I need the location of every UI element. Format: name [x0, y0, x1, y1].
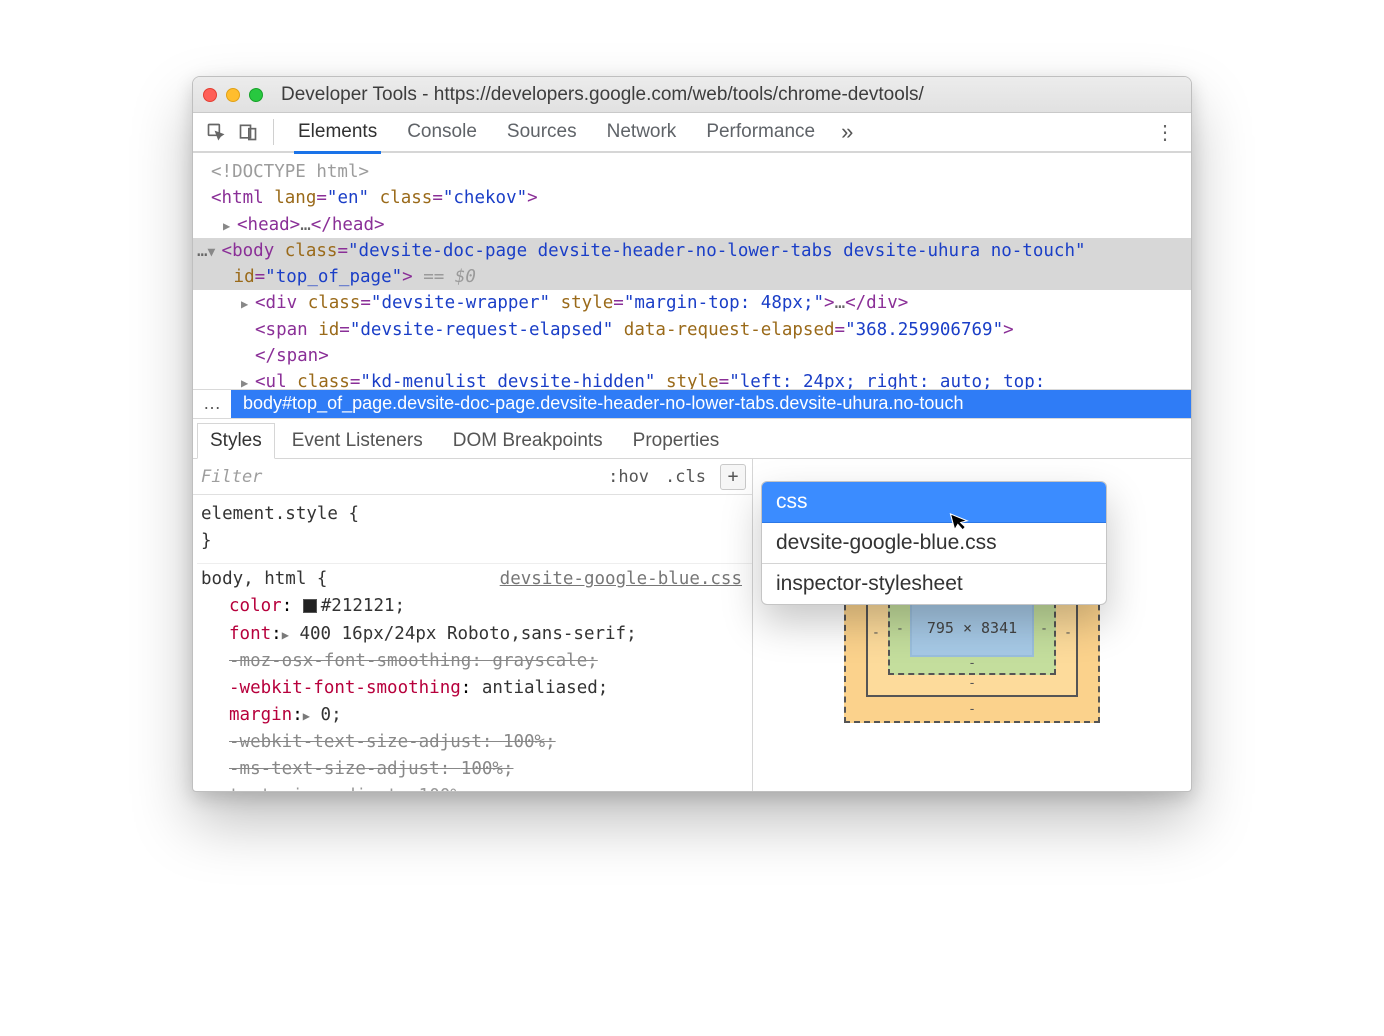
- bm-margin-bottom: -: [968, 702, 976, 717]
- subtab-styles[interactable]: Styles: [197, 423, 275, 459]
- styles-filter-row: Filter :hov .cls +: [193, 459, 752, 495]
- tab-console[interactable]: Console: [395, 112, 489, 152]
- doctype-node: <!DOCTYPE html>: [211, 162, 369, 182]
- cls-toggle[interactable]: .cls: [657, 467, 714, 487]
- bm-padding-left: -: [896, 622, 904, 637]
- selected-body-node[interactable]: …<body class="devsite-doc-page devsite-h…: [193, 238, 1191, 264]
- collapse-body-icon[interactable]: [208, 238, 222, 264]
- breadcrumb-selected[interactable]: body#top_of_page.devsite-doc-page.devsit…: [231, 390, 1191, 418]
- bm-border-bottom: -: [968, 676, 976, 691]
- devtools-menu-icon[interactable]: ⋮: [1145, 120, 1185, 145]
- stylesheet-source-link[interactable]: devsite-google-blue.css: [500, 566, 742, 593]
- subtab-dom-breakpoints[interactable]: DOM Breakpoints: [440, 423, 616, 458]
- tabs-overflow-button[interactable]: »: [833, 119, 861, 145]
- styles-filter-input[interactable]: Filter: [193, 467, 270, 487]
- traffic-lights: [203, 88, 263, 102]
- expand-shorthand-icon[interactable]: ▶: [282, 628, 289, 642]
- subtab-event-listeners[interactable]: Event Listeners: [279, 423, 436, 458]
- devtools-tabbar: Elements Console Sources Network Perform…: [193, 113, 1191, 153]
- bm-padding-bottom: -: [968, 656, 976, 671]
- color-swatch-icon[interactable]: [303, 599, 317, 613]
- tab-sources[interactable]: Sources: [495, 112, 589, 152]
- dropdown-filter-input[interactable]: css: [762, 482, 1106, 523]
- close-window-button[interactable]: [203, 88, 217, 102]
- dom-tree[interactable]: <!DOCTYPE html> <html lang="en" class="c…: [193, 153, 1191, 389]
- inspect-element-icon[interactable]: [203, 119, 229, 145]
- new-rule-stylesheet-dropdown: css devsite-google-blue.css inspector-st…: [761, 481, 1107, 605]
- dropdown-option-inspector[interactable]: inspector-stylesheet: [762, 563, 1106, 604]
- styles-subtabs: Styles Event Listeners DOM Breakpoints P…: [193, 419, 1191, 459]
- css-rules-list: element.style { } devsite-google-blue.cs…: [193, 495, 752, 791]
- minimize-window-button[interactable]: [226, 88, 240, 102]
- breadcrumb-ellipsis[interactable]: …: [193, 390, 231, 418]
- bm-content-size: 795 × 8341: [910, 599, 1034, 657]
- window-title: Developer Tools - https://developers.goo…: [281, 84, 1181, 106]
- hov-toggle[interactable]: :hov: [600, 467, 657, 487]
- tab-network[interactable]: Network: [595, 112, 689, 152]
- device-toggle-icon[interactable]: [235, 119, 261, 145]
- expand-div-icon[interactable]: [241, 290, 255, 316]
- expand-shorthand-icon[interactable]: ▶: [303, 709, 310, 723]
- titlebar: Developer Tools - https://developers.goo…: [193, 77, 1191, 113]
- element-style-block[interactable]: element.style { }: [197, 499, 752, 564]
- zoom-window-button[interactable]: [249, 88, 263, 102]
- bm-border-left: -: [872, 626, 880, 641]
- bm-padding-right: -: [1040, 622, 1048, 637]
- html-open-bracket: <html: [211, 188, 274, 208]
- devtools-window: Developer Tools - https://developers.goo…: [192, 76, 1192, 792]
- subtab-properties[interactable]: Properties: [620, 423, 733, 458]
- tabbar-separator: [273, 119, 274, 145]
- new-style-rule-button[interactable]: +: [720, 464, 746, 490]
- expand-ul-icon[interactable]: [241, 369, 255, 389]
- tab-performance[interactable]: Performance: [694, 112, 827, 152]
- expand-head-icon[interactable]: [223, 212, 237, 238]
- styles-rules-column: Filter :hov .cls + element.style { } dev…: [193, 459, 753, 791]
- tab-elements[interactable]: Elements: [286, 112, 389, 152]
- body-html-rule-block[interactable]: devsite-google-blue.css body, html { col…: [197, 564, 752, 791]
- dom-breadcrumb: … body#top_of_page.devsite-doc-page.devs…: [193, 389, 1191, 419]
- dropdown-option-devsite[interactable]: devsite-google-blue.css: [762, 523, 1106, 563]
- bm-border-right: -: [1064, 626, 1072, 641]
